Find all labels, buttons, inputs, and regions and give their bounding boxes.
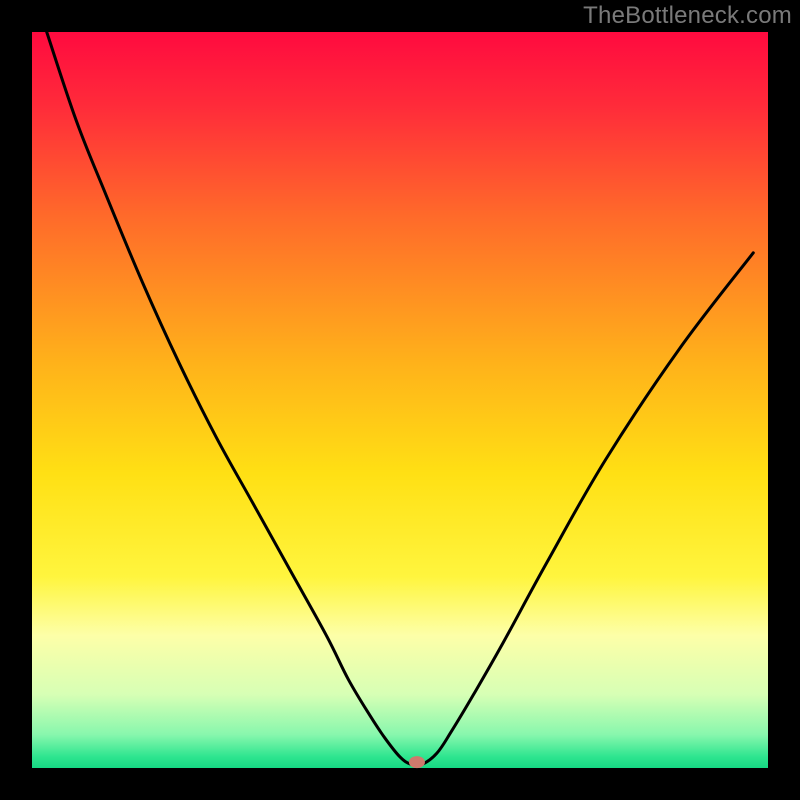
- chart-container: TheBottleneck.com: [0, 0, 800, 800]
- watermark-text: TheBottleneck.com: [583, 2, 792, 30]
- min-marker: [409, 756, 425, 768]
- bottleneck-chart: [0, 0, 800, 800]
- plot-area: [32, 32, 768, 768]
